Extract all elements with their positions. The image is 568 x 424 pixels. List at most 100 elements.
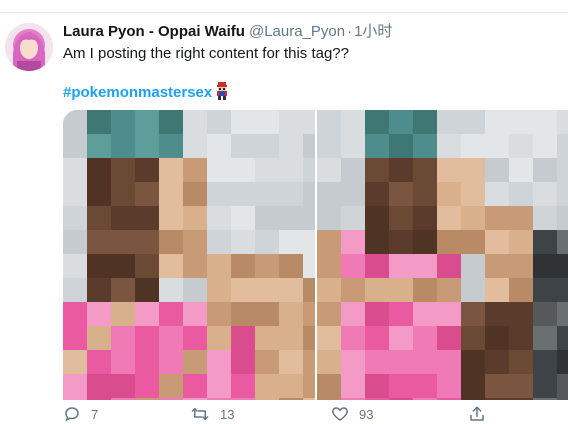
mosaic-block: [231, 302, 255, 326]
mosaic-block: [303, 206, 315, 230]
retweet-icon: [190, 405, 210, 423]
mosaic-block: [135, 134, 159, 158]
mosaic-block: [303, 398, 315, 400]
mosaic-block: [255, 110, 279, 134]
mosaic-block: [255, 254, 279, 278]
share-button[interactable]: [468, 404, 486, 424]
reply-button[interactable]: 7: [63, 404, 98, 424]
mosaic-block: [341, 230, 365, 254]
mosaic-block: [413, 326, 437, 350]
mosaic-block: [533, 206, 557, 230]
mosaic-block: [461, 182, 485, 206]
mosaic-block: [159, 398, 183, 400]
mosaic-block: [509, 326, 533, 350]
mosaic-block: [183, 230, 207, 254]
separator-dot: ·: [347, 23, 353, 40]
mosaic-block: [437, 398, 461, 400]
mosaic-block: [183, 398, 207, 400]
mosaic-block: [111, 206, 135, 230]
mosaic-block: [317, 230, 341, 254]
mosaic-block: [413, 374, 437, 398]
mosaic-block: [317, 326, 341, 350]
mosaic-block: [183, 206, 207, 230]
mosaic-block: [231, 398, 255, 400]
reply-icon: [63, 405, 81, 423]
mosaic-block: [365, 230, 389, 254]
user-handle[interactable]: @Laura_Pyon: [249, 23, 345, 40]
hashtag-link[interactable]: #pokemonmastersex: [63, 84, 212, 101]
mosaic-block: [159, 182, 183, 206]
mosaic-block: [485, 398, 509, 400]
mosaic-block: [389, 206, 413, 230]
mosaic-block: [341, 326, 365, 350]
trainer-emoji-icon: [214, 82, 230, 105]
mosaic-block: [365, 254, 389, 278]
mosaic-block: [63, 182, 87, 206]
mosaic-block: [509, 374, 533, 398]
tweet[interactable]: Laura Pyon - Oppai Waifu @Laura_Pyon · 1小时 …: [0, 0, 568, 424]
mosaic-block: [365, 302, 389, 326]
mosaic-block: [485, 134, 509, 158]
mosaic-block: [509, 158, 533, 182]
mosaic-block: [365, 110, 389, 134]
mosaic-block: [111, 230, 135, 254]
mosaic-block: [255, 158, 279, 182]
mosaic-block: [111, 326, 135, 350]
mosaic-block: [255, 206, 279, 230]
retweet-button[interactable]: 13: [190, 404, 234, 424]
mosaic-block: [437, 350, 461, 374]
mosaic-block: [389, 374, 413, 398]
mosaic-block: [231, 206, 255, 230]
mosaic-block: [485, 326, 509, 350]
mosaic-block: [533, 158, 557, 182]
mosaic-block: [279, 302, 303, 326]
mosaic-block: [135, 350, 159, 374]
mosaic-block: [437, 278, 461, 302]
mosaic-block: [533, 110, 557, 134]
mosaic-block: [63, 302, 87, 326]
mosaic-block: [255, 302, 279, 326]
pixelated-photo-2[interactable]: [317, 110, 568, 400]
mosaic-block: [63, 254, 87, 278]
mosaic-block: [87, 230, 111, 254]
mosaic-block: [461, 110, 485, 134]
mosaic-block: [135, 302, 159, 326]
mosaic-block: [485, 110, 509, 134]
mosaic-block: [509, 350, 533, 374]
mosaic-block: [183, 254, 207, 278]
mosaic-block: [231, 254, 255, 278]
mosaic-block: [207, 110, 231, 134]
mosaic-block: [303, 254, 315, 278]
like-button[interactable]: 93: [331, 404, 373, 424]
mosaic-block: [159, 110, 183, 134]
mosaic-block: [255, 230, 279, 254]
mosaic-block: [231, 134, 255, 158]
timestamp[interactable]: 1小时: [354, 23, 392, 40]
mosaic-block: [533, 254, 557, 278]
mosaic-block: [485, 278, 509, 302]
mosaic-block: [135, 230, 159, 254]
display-name[interactable]: Laura Pyon - Oppai Waifu: [63, 23, 245, 40]
mosaic-block: [485, 374, 509, 398]
mosaic-block: [111, 278, 135, 302]
avatar[interactable]: [5, 23, 53, 71]
mosaic-block: [461, 206, 485, 230]
mosaic-block: [87, 278, 111, 302]
mosaic-block: [207, 182, 231, 206]
mosaic-block: [303, 374, 315, 398]
pixelated-photo-1[interactable]: [63, 110, 315, 400]
mosaic-block: [159, 278, 183, 302]
mosaic-block: [63, 158, 87, 182]
mosaic-block: [255, 278, 279, 302]
mosaic-block: [231, 278, 255, 302]
mosaic-block: [533, 230, 557, 254]
mosaic-block: [207, 134, 231, 158]
mosaic-block: [87, 158, 111, 182]
mosaic-block: [437, 326, 461, 350]
mosaic-block: [111, 398, 135, 400]
mosaic-block: [365, 158, 389, 182]
mosaic-block: [159, 326, 183, 350]
mosaic-block: [557, 374, 568, 398]
mosaic-block: [183, 110, 207, 134]
mosaic-block: [231, 326, 255, 350]
